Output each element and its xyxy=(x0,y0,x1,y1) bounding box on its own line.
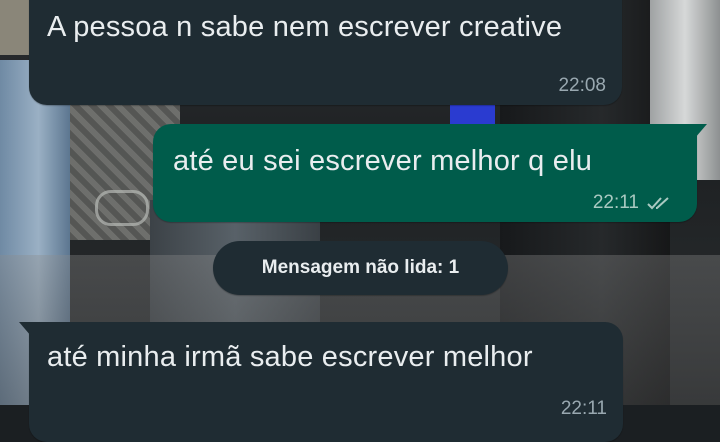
unread-banner-label: Mensagem não lida: 1 xyxy=(261,257,460,278)
bubble-tail xyxy=(695,124,707,138)
message-time: 22:11 xyxy=(592,192,639,213)
unread-messages-banner: Mensagem não lida: 1 xyxy=(213,241,508,295)
outgoing-message[interactable]: até eu sei escrever melhor q elu 22:11 xyxy=(153,124,707,222)
message-meta: 22:08 xyxy=(558,75,606,97)
bubble-tail xyxy=(19,322,31,336)
message-time: 22:11 xyxy=(560,398,607,419)
incoming-message[interactable]: até minha irmã sabe escrever melhor 22:1… xyxy=(19,322,623,442)
message-text: A pessoa n sabe nem escrever creative xyxy=(47,11,563,43)
wallpaper-logo-shape xyxy=(95,190,149,226)
message-meta: 22:11 xyxy=(561,398,607,420)
message-text: até minha irmã sabe escrever melhor xyxy=(47,341,533,373)
message-time: 22:08 xyxy=(558,75,606,96)
double-check-icon xyxy=(647,195,675,211)
message-text: até eu sei escrever melhor q elu xyxy=(173,145,593,177)
message-meta: 22:11 xyxy=(593,192,675,214)
incoming-message[interactable]: A pessoa n sabe nem escrever creative 22… xyxy=(29,0,622,105)
